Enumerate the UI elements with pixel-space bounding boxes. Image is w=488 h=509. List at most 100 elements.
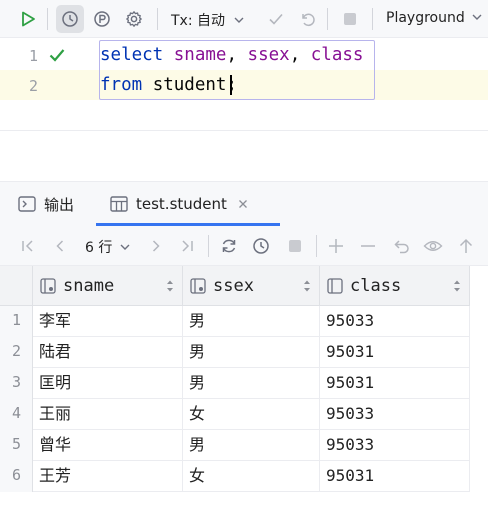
stop-button[interactable] [336, 5, 364, 33]
tab-output-label: 输出 [44, 195, 75, 214]
cell-sname[interactable]: 王芳 [33, 461, 183, 492]
plus-icon [329, 239, 343, 253]
tab-test-student[interactable]: test.student [110, 182, 249, 226]
cell-ssex[interactable]: 女 [183, 461, 320, 492]
arrow-up-icon [459, 238, 473, 253]
first-page-button[interactable] [18, 236, 38, 256]
refresh-icon [222, 239, 236, 253]
toolbar-divider [208, 235, 209, 257]
results-tab-bar: 输出 test.student [0, 182, 488, 226]
row-number: 3 [11, 373, 22, 391]
first-page-icon [22, 240, 33, 252]
toolbar-divider [372, 8, 373, 30]
close-icon[interactable] [237, 198, 249, 210]
chevron-right-icon [152, 240, 160, 252]
column-header-sname[interactable]: sname [33, 266, 183, 306]
chevron-down-icon [234, 17, 244, 23]
text-caret [230, 75, 232, 95]
minus-icon [361, 245, 375, 247]
sql-editor[interactable]: 1 2 select sname, ssex, class from stude… [0, 39, 488, 131]
row-count-label: 6 行 [85, 240, 113, 256]
transaction-mode-dropdown[interactable]: Tx: 自动 [171, 10, 245, 30]
auto-refresh-button[interactable] [251, 236, 271, 256]
eye-icon [423, 241, 443, 251]
clock-icon [253, 238, 269, 254]
session-mode-dropdown[interactable]: Playground [386, 10, 483, 26]
column-ref: sname [173, 45, 227, 65]
console-icon [18, 196, 36, 212]
code-line-1: select sname, ssex, class [100, 40, 363, 70]
cancel-query-button[interactable] [285, 236, 305, 256]
explain-plan-button[interactable] [88, 5, 116, 33]
refresh-button[interactable] [219, 236, 239, 256]
preview-changes-button[interactable] [423, 236, 443, 256]
revert-button[interactable] [392, 236, 412, 256]
last-page-icon [182, 240, 193, 252]
keyword-select: select [100, 45, 164, 65]
toolbar-divider [47, 8, 48, 30]
cell-ssex[interactable]: 男 [183, 337, 320, 368]
stop-icon [289, 240, 301, 252]
row-number: 2 [11, 342, 22, 360]
toolbar-divider [327, 8, 328, 30]
p-circle-icon [94, 11, 110, 27]
rollback-button[interactable] [294, 5, 322, 33]
cell-class[interactable]: 95033 [320, 399, 470, 430]
history-button[interactable] [56, 5, 84, 33]
cell-class[interactable]: 95033 [320, 430, 470, 461]
execution-success-check-icon [49, 49, 65, 62]
add-row-button[interactable] [326, 236, 346, 256]
transaction-mode-label: Tx: 自动 [171, 13, 226, 29]
cell-sname[interactable]: 王丽 [33, 399, 183, 430]
separator: , [289, 45, 311, 65]
sort-icon[interactable] [453, 279, 461, 293]
column-header-label: ssex [213, 275, 254, 296]
table-icon [110, 196, 128, 212]
cell-class[interactable]: 95031 [320, 368, 470, 399]
cell-ssex[interactable]: 男 [183, 306, 320, 337]
sort-icon[interactable] [303, 279, 311, 293]
chevron-left-icon [56, 240, 64, 252]
column-icon [327, 277, 343, 294]
column-header-ssex[interactable]: ssex [183, 266, 320, 306]
checkmark-icon [269, 13, 283, 25]
last-page-button[interactable] [177, 236, 197, 256]
column-header-class[interactable]: class [320, 266, 470, 306]
cell-class[interactable]: 95033 [320, 306, 470, 337]
cell-ssex[interactable]: 男 [183, 368, 320, 399]
results-toolbar: 6 行 [0, 226, 488, 266]
cell-sname[interactable]: 陆君 [33, 337, 183, 368]
separator: , [226, 45, 248, 65]
sort-icon[interactable] [166, 279, 174, 293]
commit-button[interactable] [262, 5, 290, 33]
delete-row-button[interactable] [358, 236, 378, 256]
next-page-button[interactable] [146, 236, 166, 256]
column-icon [40, 277, 56, 294]
column-icon [190, 277, 206, 294]
code-line-2: from student; [100, 70, 237, 100]
cell-sname[interactable]: 匡明 [33, 368, 183, 399]
cell-sname[interactable]: 曾华 [33, 430, 183, 461]
column-ref: class [310, 45, 364, 65]
tab-output[interactable]: 输出 [18, 182, 74, 226]
cell-ssex[interactable]: 女 [183, 399, 320, 430]
cell-sname[interactable]: 李军 [33, 306, 183, 337]
cell-ssex[interactable]: 男 [183, 430, 320, 461]
chevron-down-icon [472, 14, 482, 20]
cell-class[interactable]: 95031 [320, 461, 470, 492]
chevron-down-icon [120, 244, 130, 250]
line-number: 2 [28, 77, 38, 95]
grid-corner[interactable] [0, 266, 33, 306]
previous-page-button[interactable] [50, 236, 70, 256]
gutter-line-1: 1 [0, 40, 92, 70]
session-mode-label: Playground [386, 10, 465, 26]
row-count-dropdown[interactable]: 6 行 [85, 237, 131, 257]
row-number: 5 [11, 435, 22, 453]
main-toolbar: Tx: 自动 Playground [0, 0, 488, 38]
submit-button[interactable] [456, 236, 476, 256]
gutter-line-2: 2 [0, 70, 92, 100]
settings-button[interactable] [120, 5, 148, 33]
row-number: 4 [11, 404, 22, 422]
cell-class[interactable]: 95031 [320, 337, 470, 368]
run-button[interactable] [14, 5, 42, 33]
